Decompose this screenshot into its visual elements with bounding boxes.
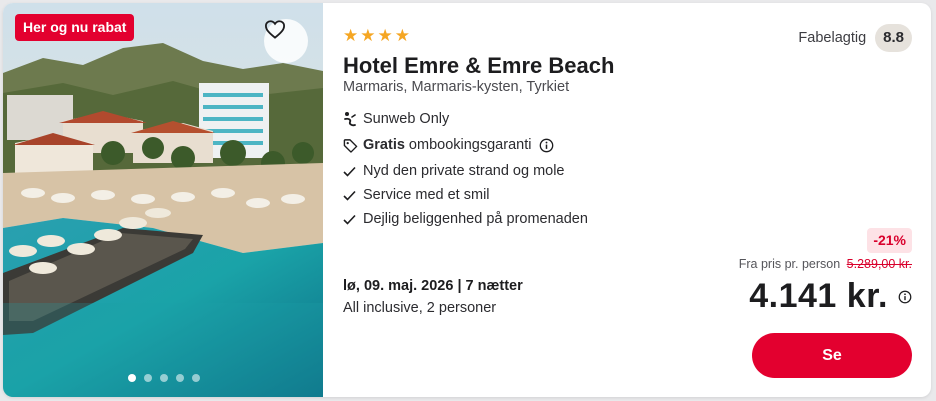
gallery-dot[interactable] <box>176 374 184 382</box>
price-row: 4.141 kr. <box>749 277 912 316</box>
heart-icon <box>264 20 286 39</box>
feature-rebooking-guarantee: Gratis ombookingsgaranti <box>343 133 588 157</box>
check-icon <box>343 214 363 225</box>
sunweb-icon <box>343 111 363 127</box>
rating-score: 8.8 <box>875 24 912 52</box>
gallery-dot[interactable] <box>192 374 200 382</box>
trip-date: lø, 09. maj. 2026 | 7 nætter <box>343 278 523 294</box>
gallery-pagination <box>128 374 200 382</box>
gallery-dot[interactable] <box>160 374 168 382</box>
info-icon[interactable] <box>898 290 912 304</box>
hotel-photo <box>3 3 323 397</box>
hotel-stars: ★ ★ ★ ★ <box>343 27 410 44</box>
check-icon <box>343 190 363 201</box>
discount-percent: -21% <box>867 228 912 253</box>
hotel-location: Marmaris, Marmaris-kysten, Tyrkiet <box>343 79 570 95</box>
favorite-button[interactable] <box>264 19 308 63</box>
feature-bullet: Dejlig beliggenhed på promenaden <box>343 207 588 231</box>
star-icon: ★ <box>343 26 359 45</box>
feature-bullet: Service med et smil <box>343 183 588 207</box>
hotel-name[interactable]: Hotel Emre & Emre Beach <box>343 53 614 79</box>
star-icon: ★ <box>377 26 393 45</box>
tag-icon <box>343 138 363 153</box>
current-price: 4.141 kr. <box>749 277 888 315</box>
hotel-details: ★ ★ ★ ★ Hotel Emre & Emre Beach Marmaris… <box>343 3 931 397</box>
feature-text: Sunweb Only <box>363 111 450 127</box>
price-from: Fra pris pr. person 5.289,00 kr. <box>739 257 912 271</box>
feature-text: Dejlig beliggenhed på promenaden <box>363 211 588 227</box>
hotel-card[interactable]: Her og nu rabat ★ ★ ★ ★ Hotel Emre & Emr… <box>3 3 931 397</box>
feature-text: Nyd den private strand og mole <box>363 163 565 179</box>
gallery-dot[interactable] <box>144 374 152 382</box>
hotel-photo-gallery[interactable]: Her og nu rabat <box>3 3 323 397</box>
star-icon: ★ <box>394 26 410 45</box>
rating: Fabelagtig 8.8 <box>798 24 912 52</box>
feature-sunweb-only: Sunweb Only <box>343 107 588 131</box>
feature-list: Sunweb Only Gratis ombookingsgaranti Nyd… <box>343 107 588 231</box>
feature-text: Service med et smil <box>363 187 490 203</box>
gallery-dot[interactable] <box>128 374 136 382</box>
view-offer-button[interactable]: Se <box>752 333 912 378</box>
info-icon[interactable] <box>539 138 554 153</box>
rating-label: Fabelagtig <box>798 30 867 46</box>
feature-bold-text: Gratis <box>363 137 405 153</box>
trip-board: All inclusive, 2 personer <box>343 300 497 316</box>
discount-badge: Her og nu rabat <box>15 14 135 41</box>
star-icon: ★ <box>360 26 376 45</box>
feature-bullet: Nyd den private strand og mole <box>343 159 588 183</box>
old-price: 5.289,00 kr. <box>846 257 912 271</box>
price-from-label: Fra pris pr. person <box>738 257 841 271</box>
feature-text: ombookingsgaranti <box>408 137 532 153</box>
check-icon <box>343 166 363 177</box>
